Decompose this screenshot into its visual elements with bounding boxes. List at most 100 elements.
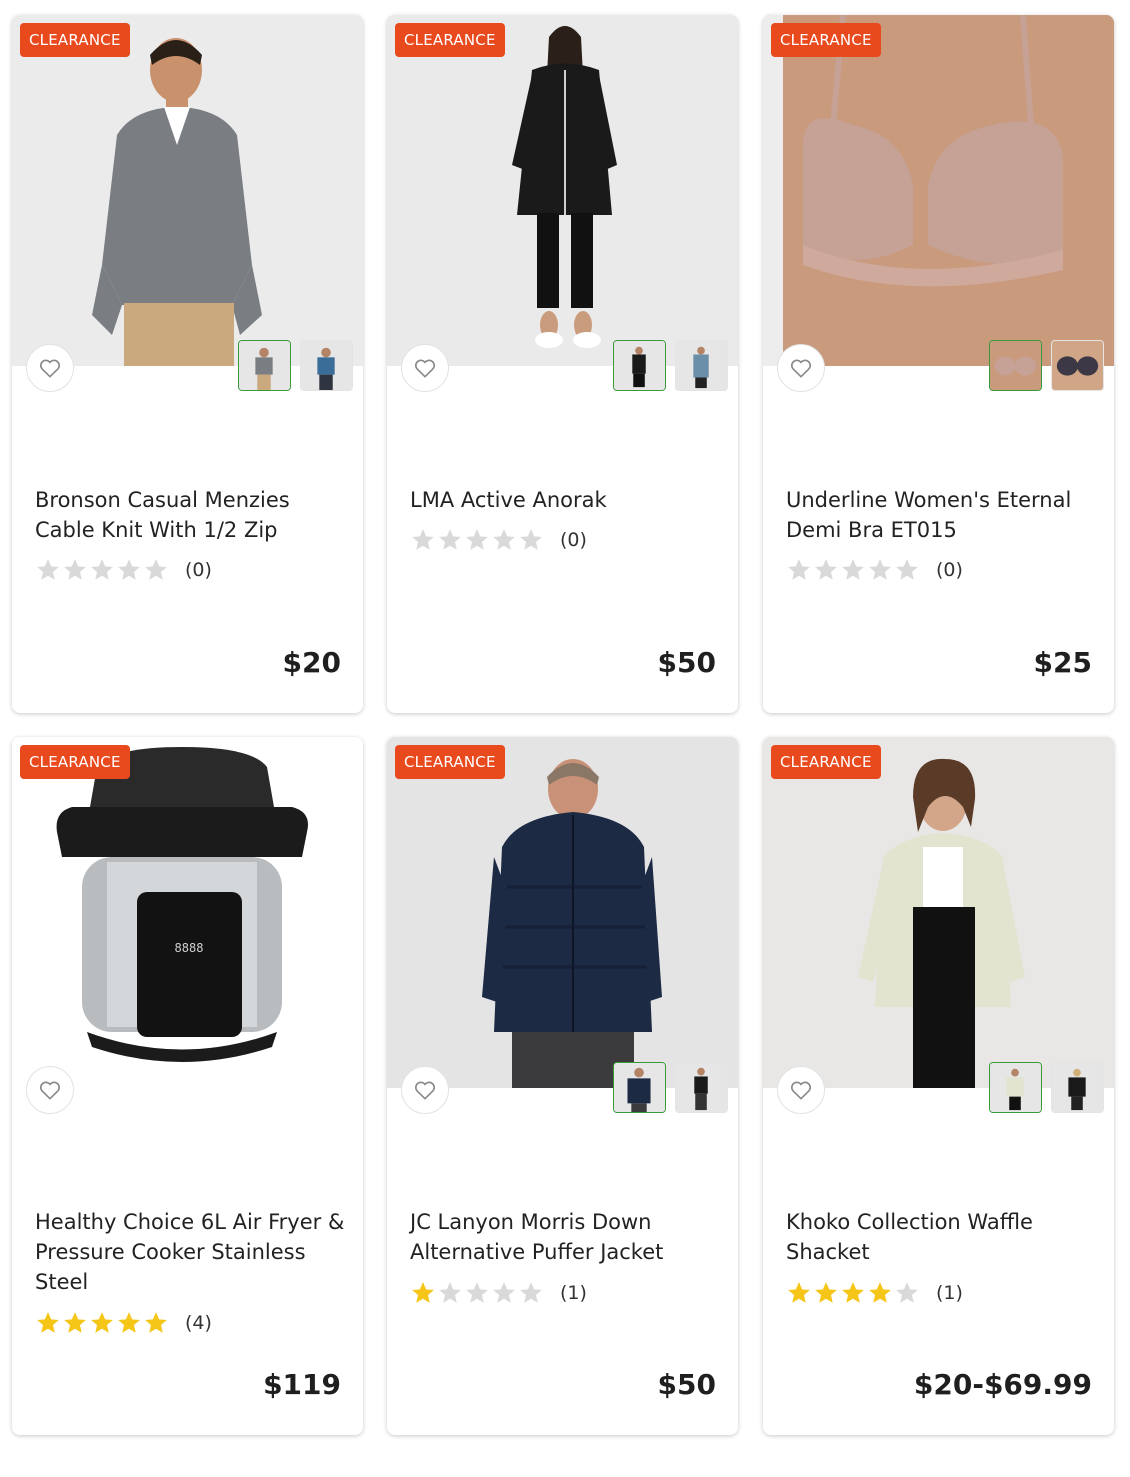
rating-stars: [35, 1310, 169, 1336]
rating-stars: [410, 527, 544, 553]
review-count: (1): [560, 1282, 587, 1304]
clearance-badge: CLEARANCE: [20, 745, 130, 779]
product-price: $50: [657, 646, 716, 679]
bra-image: [763, 15, 1114, 366]
star-empty-icon: [520, 529, 542, 550]
star-filled-icon: [118, 1312, 140, 1333]
product-card[interactable]: CLEARANCE JC Lanyon Morris Down Alternat…: [387, 737, 738, 1435]
star-empty-icon: [493, 529, 515, 550]
star-empty-icon: [788, 559, 810, 580]
star-empty-icon: [439, 1282, 461, 1303]
product-card[interactable]: 8888 CLEARANCE Healthy Choice 6L Air Fry…: [12, 737, 363, 1435]
star-filled-icon: [145, 1312, 167, 1333]
review-count: (0): [185, 559, 212, 581]
clearance-badge: CLEARANCE: [395, 745, 505, 779]
star-empty-icon: [145, 559, 167, 580]
color-swatch-black[interactable]: [613, 340, 666, 391]
wishlist-heart-icon[interactable]: [26, 344, 74, 392]
product-card[interactable]: CLEARANCE Underline Women's Eternal Demi…: [763, 15, 1114, 713]
wishlist-heart-icon[interactable]: [401, 1066, 449, 1114]
star-filled-icon: [788, 1282, 810, 1303]
star-filled-icon: [64, 1312, 86, 1333]
star-filled-icon: [869, 1282, 891, 1303]
star-filled-icon: [412, 1282, 434, 1303]
color-swatch-black[interactable]: [675, 1062, 728, 1113]
air-fryer-image: 8888: [12, 737, 363, 1088]
review-count: (0): [560, 529, 587, 551]
star-empty-icon: [439, 529, 461, 550]
clearance-badge: CLEARANCE: [771, 23, 881, 57]
rating-stars: [786, 557, 920, 583]
review-count: (4): [185, 1312, 212, 1334]
star-empty-icon: [64, 559, 86, 580]
product-image[interactable]: [763, 737, 1114, 1088]
review-count: (1): [936, 1282, 963, 1304]
svg-text:8888: 8888: [175, 941, 204, 955]
color-swatch-blue[interactable]: [300, 340, 353, 391]
wishlist-heart-icon[interactable]: [777, 1066, 825, 1114]
wishlist-heart-icon[interactable]: [401, 344, 449, 392]
rating-stars: [35, 557, 169, 583]
rating-stars: [786, 1280, 920, 1306]
product-title[interactable]: JC Lanyon Morris Down Alternative Puffer…: [410, 1207, 720, 1267]
color-swatch-nude[interactable]: [989, 340, 1042, 391]
product-image[interactable]: [12, 15, 363, 366]
star-empty-icon: [466, 529, 488, 550]
star-filled-icon: [842, 1282, 864, 1303]
clearance-badge: CLEARANCE: [395, 23, 505, 57]
product-title[interactable]: LMA Active Anorak: [410, 485, 720, 515]
product-price: $25: [1033, 646, 1092, 679]
product-price: $119: [263, 1368, 341, 1401]
color-swatch-navy[interactable]: [613, 1062, 666, 1113]
color-swatch-black-lace[interactable]: [1051, 340, 1104, 391]
product-rating: (0): [410, 527, 587, 553]
product-rating: (4): [35, 1310, 212, 1336]
color-swatch-grey[interactable]: [238, 340, 291, 391]
star-empty-icon: [842, 559, 864, 580]
product-rating: (1): [410, 1280, 587, 1306]
star-empty-icon: [493, 1282, 515, 1303]
clearance-badge: CLEARANCE: [20, 23, 130, 57]
star-filled-icon: [37, 1312, 59, 1333]
product-image[interactable]: [387, 737, 738, 1088]
woman-shacket-image: [763, 737, 1114, 1088]
product-title[interactable]: Underline Women's Eternal Demi Bra ET015: [786, 485, 1096, 545]
woman-black-anorak-image: [387, 15, 738, 366]
color-swatch-denim[interactable]: [675, 340, 728, 391]
product-card[interactable]: CLEARANCE Khoko Collection Waffle Shacke…: [763, 737, 1114, 1435]
review-count: (0): [936, 559, 963, 581]
man-puffer-jacket-image: [387, 737, 738, 1088]
product-image[interactable]: [763, 15, 1114, 366]
wishlist-heart-icon[interactable]: [26, 1066, 74, 1114]
man-grey-sweater-image: [12, 15, 363, 366]
rating-stars: [410, 1280, 544, 1306]
product-rating: (0): [786, 557, 963, 583]
product-price: $20: [282, 646, 341, 679]
star-empty-icon: [520, 1282, 542, 1303]
product-price: $50: [657, 1368, 716, 1401]
product-rating: (0): [35, 557, 212, 583]
product-rating: (1): [786, 1280, 963, 1306]
product-title[interactable]: Healthy Choice 6L Air Fryer & Pressure C…: [35, 1207, 345, 1297]
star-filled-icon: [815, 1282, 837, 1303]
star-empty-icon: [91, 559, 113, 580]
product-image[interactable]: [387, 15, 738, 366]
star-empty-icon: [869, 559, 891, 580]
product-price: $20-$69.99: [913, 1368, 1092, 1401]
product-card[interactable]: CLEARANCE LMA Active Anorak (0) $50: [387, 15, 738, 713]
star-empty-icon: [896, 559, 918, 580]
star-empty-icon: [412, 529, 434, 550]
star-empty-icon: [37, 559, 59, 580]
star-empty-icon: [466, 1282, 488, 1303]
color-swatch-sage[interactable]: [989, 1062, 1042, 1113]
star-filled-icon: [91, 1312, 113, 1333]
star-empty-icon: [118, 559, 140, 580]
wishlist-heart-icon[interactable]: [777, 344, 825, 392]
clearance-badge: CLEARANCE: [771, 745, 881, 779]
color-swatch-black[interactable]: [1051, 1062, 1104, 1113]
product-title[interactable]: Bronson Casual Menzies Cable Knit With 1…: [35, 485, 345, 545]
product-title[interactable]: Khoko Collection Waffle Shacket: [786, 1207, 1096, 1267]
star-empty-icon: [896, 1282, 918, 1303]
product-image[interactable]: 8888: [12, 737, 363, 1088]
product-card[interactable]: CLEARANCE Bronson Casual Menzies Cable K…: [12, 15, 363, 713]
